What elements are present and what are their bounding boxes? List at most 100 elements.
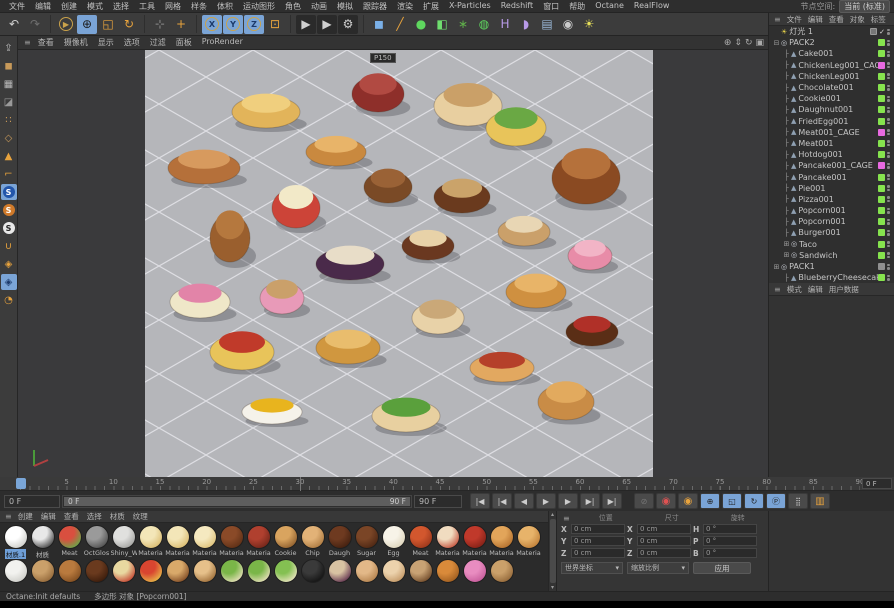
- mat-menu-1[interactable]: 编辑: [37, 511, 60, 522]
- texture-tag-chip[interactable]: [878, 106, 885, 113]
- last-tool-icon[interactable]: ⊹: [150, 15, 170, 34]
- menu-10[interactable]: 角色: [280, 1, 306, 12]
- scroll-up-icon[interactable]: ▴: [551, 511, 554, 518]
- lock-y-axis-icon[interactable]: Y: [223, 15, 243, 34]
- material-1-0[interactable]: 材质.1: [2, 525, 29, 559]
- coord-value-field[interactable]: 0 cm: [637, 524, 691, 534]
- timeline-ruler[interactable]: 051015202530354045505560657075808590 0 F: [0, 477, 894, 491]
- texture-mode-icon[interactable]: ▦: [1, 76, 17, 92]
- polygons-mode-icon[interactable]: ▲: [1, 148, 17, 164]
- visibility-dot-bottom[interactable]: [887, 278, 890, 281]
- material-sphere[interactable]: [463, 525, 487, 549]
- visibility-dot-bottom[interactable]: [887, 178, 890, 181]
- visibility-dots[interactable]: [887, 174, 891, 180]
- key-position-button[interactable]: ⊕: [700, 493, 720, 509]
- material-2-13[interactable]: [353, 559, 380, 591]
- visibility-dot-top[interactable]: [887, 29, 890, 32]
- move-icon[interactable]: ⊕: [77, 15, 97, 34]
- attribute-manager-menu-icon[interactable]: ≡: [772, 285, 783, 294]
- tree-row-pancake001-cage[interactable]: ├▲Pancake001_CAGE: [769, 160, 894, 171]
- rotate-view-icon[interactable]: ↻: [745, 38, 753, 48]
- tree-row-meat001-cage[interactable]: ├▲Meat001_CAGE: [769, 127, 894, 138]
- subdivision-surface-icon[interactable]: ●: [411, 15, 431, 34]
- material-sphere[interactable]: [328, 559, 352, 583]
- om-menu-0[interactable]: 文件: [784, 14, 805, 25]
- material-sphere[interactable]: [112, 559, 136, 583]
- prev-frame-button[interactable]: ◀: [514, 493, 534, 509]
- tree-row-pancake001[interactable]: ├▲Pancake001: [769, 171, 894, 182]
- menu-1[interactable]: 编辑: [30, 1, 56, 12]
- apply-button[interactable]: 应用: [693, 562, 751, 574]
- am-menu-0[interactable]: 模式: [784, 284, 805, 295]
- mat-menu-0[interactable]: 创建: [14, 511, 37, 522]
- material-1-14[interactable]: Egg: [380, 525, 407, 559]
- coord-value-field[interactable]: 0 cm: [571, 524, 625, 534]
- visibility-dots[interactable]: [887, 140, 891, 146]
- texture-tag-chip[interactable]: [878, 185, 885, 192]
- visibility-dot-top[interactable]: [887, 219, 890, 222]
- visibility-dot-bottom[interactable]: [887, 211, 890, 214]
- tree-row-cookie001[interactable]: ├▲Cookie001: [769, 93, 894, 104]
- texture-tag-chip[interactable]: [878, 162, 885, 169]
- material-2-11[interactable]: [299, 559, 326, 591]
- visibility-dot-top[interactable]: [887, 62, 890, 65]
- undo-icon[interactable]: ↶: [4, 15, 24, 34]
- visibility-dot-bottom[interactable]: [887, 88, 890, 91]
- filmstrip-button[interactable]: ▥: [810, 493, 830, 509]
- material-1-16[interactable]: Materia: [434, 525, 461, 559]
- edges-mode-icon[interactable]: ◇: [1, 130, 17, 146]
- material-2-3[interactable]: [83, 559, 110, 591]
- material-sphere[interactable]: [31, 525, 55, 549]
- visibility-dot-bottom[interactable]: [887, 155, 890, 158]
- viewport-menu-3[interactable]: 选项: [119, 37, 145, 48]
- coordinate-system-icon[interactable]: ⊡: [265, 15, 285, 34]
- zoom-view-icon[interactable]: ⇕: [734, 38, 742, 48]
- am-menu-1[interactable]: 编辑: [805, 284, 826, 295]
- record-disabled-icon[interactable]: ⊘: [634, 493, 654, 509]
- visibility-dot-top[interactable]: [887, 196, 890, 199]
- visibility-dot-bottom[interactable]: [887, 133, 890, 136]
- cube-primitive-icon[interactable]: ◼: [369, 15, 389, 34]
- key-rotation-button[interactable]: ↻: [744, 493, 764, 509]
- material-1-11[interactable]: Chip: [299, 525, 326, 559]
- texture-tag-chip[interactable]: [878, 241, 885, 248]
- material-sphere[interactable]: [31, 559, 55, 583]
- live-selection-icon[interactable]: ▶: [56, 15, 76, 34]
- coord-value-field[interactable]: 0 cm: [637, 548, 691, 558]
- material-1-13[interactable]: Sugar: [353, 525, 380, 559]
- snap-settings-icon[interactable]: S: [1, 202, 17, 218]
- tree-row-pack1[interactable]: ⊞◎PACK1: [769, 261, 894, 272]
- coord-value-field[interactable]: 0 cm: [637, 536, 691, 546]
- render-picture-viewer-icon[interactable]: ▶: [317, 15, 337, 34]
- prev-key-button[interactable]: |◀: [492, 493, 512, 509]
- record-keyframe-button[interactable]: ◉: [656, 493, 676, 509]
- menu-16[interactable]: X-Particles: [444, 1, 496, 12]
- visibility-dot-top[interactable]: [887, 96, 890, 99]
- viewport-menu-2[interactable]: 显示: [93, 37, 119, 48]
- material-sphere[interactable]: [85, 559, 109, 583]
- material-sphere[interactable]: [220, 525, 244, 549]
- texture-tag-chip[interactable]: [878, 118, 885, 125]
- field-icon[interactable]: ◗: [516, 15, 536, 34]
- visibility-dot-top[interactable]: [887, 129, 890, 132]
- texture-tag-chip[interactable]: [878, 140, 885, 147]
- viewport-3d[interactable]: P150: [18, 50, 768, 477]
- tree-row-pack2[interactable]: ⊟◎PACK2: [769, 37, 894, 48]
- material-sphere[interactable]: [220, 559, 244, 583]
- visibility-dot-top[interactable]: [887, 40, 890, 43]
- visibility-dot-top[interactable]: [887, 241, 890, 244]
- coord-value-field[interactable]: 0 °: [703, 536, 757, 546]
- visibility-dot-bottom[interactable]: [887, 166, 890, 169]
- spline-tool-icon[interactable]: H: [495, 15, 515, 34]
- material-1-6[interactable]: Materia: [164, 525, 191, 559]
- material-sphere[interactable]: [355, 525, 379, 549]
- tree-expander-icon[interactable]: ⊟: [772, 39, 781, 47]
- tree-row-popcorn001[interactable]: ├▲Popcorn001: [769, 205, 894, 216]
- visibility-dots[interactable]: [887, 252, 891, 258]
- material-sphere[interactable]: [4, 525, 28, 549]
- menu-8[interactable]: 体积: [212, 1, 238, 12]
- material-scrollbar[interactable]: ▴ ▾: [548, 511, 556, 591]
- material-sphere[interactable]: [166, 559, 190, 583]
- material-sphere[interactable]: [517, 525, 541, 549]
- visibility-dot-bottom[interactable]: [887, 54, 890, 57]
